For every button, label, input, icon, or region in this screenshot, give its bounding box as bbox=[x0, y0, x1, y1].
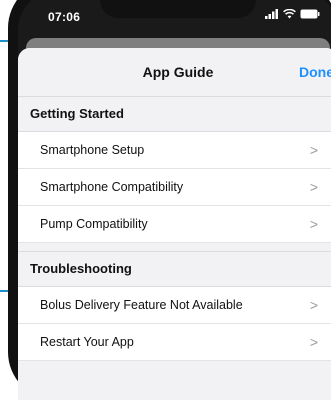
phone-frame: 07:06 App Guide Done Getting Started Sma… bbox=[8, 0, 331, 400]
list-item-smartphone-setup[interactable]: Smartphone Setup > bbox=[18, 132, 331, 169]
battery-icon bbox=[300, 9, 320, 19]
wifi-icon bbox=[283, 9, 296, 19]
list-item-label: Restart Your App bbox=[40, 335, 134, 349]
app-guide-sheet: App Guide Done Getting Started Smartphon… bbox=[18, 48, 331, 400]
notch bbox=[100, 0, 256, 18]
nav-bar: App Guide Done bbox=[18, 48, 331, 96]
chevron-right-icon: > bbox=[309, 297, 318, 313]
phone-screen: 07:06 App Guide Done Getting Started Sma… bbox=[18, 0, 331, 400]
chevron-right-icon: > bbox=[309, 179, 318, 195]
list-item-restart-app[interactable]: Restart Your App > bbox=[18, 324, 331, 361]
status-time: 07:06 bbox=[48, 10, 81, 24]
list-item-label: Bolus Delivery Feature Not Available bbox=[40, 298, 243, 312]
list-item-label: Smartphone Compatibility bbox=[40, 180, 184, 194]
signal-icon bbox=[265, 9, 278, 19]
status-icons bbox=[265, 9, 320, 19]
status-bar: 07:06 bbox=[18, 0, 331, 26]
section-header-getting-started: Getting Started bbox=[18, 96, 331, 132]
section-spacer bbox=[18, 243, 331, 251]
list-item-label: Smartphone Setup bbox=[40, 143, 145, 157]
chevron-right-icon: > bbox=[309, 142, 318, 158]
section-header-troubleshooting: Troubleshooting bbox=[18, 251, 331, 287]
chevron-right-icon: > bbox=[309, 334, 318, 350]
list-item-smartphone-compatibility[interactable]: Smartphone Compatibility > bbox=[18, 169, 331, 206]
list-item-label: Pump Compatibility bbox=[40, 217, 148, 231]
page-title: App Guide bbox=[142, 64, 214, 80]
done-button[interactable]: Done bbox=[299, 64, 331, 80]
chevron-right-icon: > bbox=[309, 216, 318, 232]
list-item-pump-compatibility[interactable]: Pump Compatibility > bbox=[18, 206, 331, 243]
list-item-bolus-delivery[interactable]: Bolus Delivery Feature Not Available > bbox=[18, 287, 331, 324]
